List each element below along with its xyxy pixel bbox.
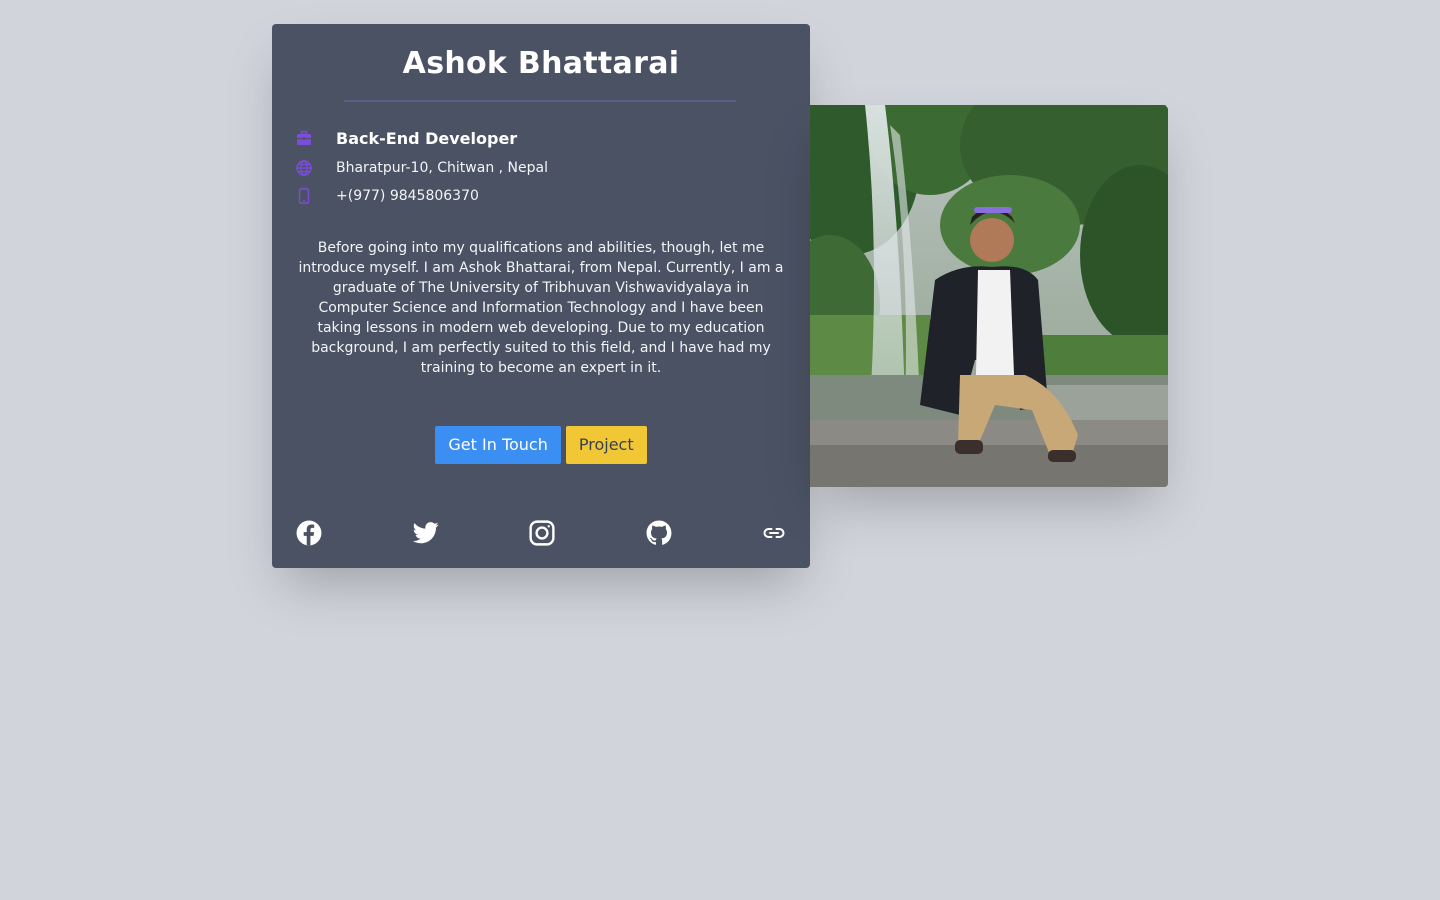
role-text: Back-End Developer [336, 128, 518, 148]
social-links [296, 519, 786, 547]
get-in-touch-button[interactable]: Get In Touch [435, 426, 561, 464]
instagram-icon[interactable] [529, 520, 555, 546]
globe-icon [296, 160, 312, 176]
twitter-icon[interactable] [412, 522, 439, 544]
profile-card: Ashok Bhattarai Back-End Developer Bhara… [272, 24, 810, 568]
mobile-phone-icon [296, 188, 312, 204]
profile-photo [810, 105, 1168, 487]
github-icon[interactable] [646, 520, 672, 546]
briefcase-icon [296, 130, 312, 146]
link-icon[interactable] [762, 526, 786, 540]
phone-row: +(977) 9845806370 [296, 186, 479, 206]
profile-name: Ashok Bhattarai [402, 46, 680, 81]
location-row: Bharatpur-10, Chitwan , Nepal [296, 158, 548, 178]
title-divider [344, 100, 736, 102]
facebook-icon[interactable] [296, 520, 322, 546]
project-button[interactable]: Project [565, 426, 647, 464]
bio-text: Before going into my qualifications and … [298, 240, 784, 376]
phone-text: +(977) 9845806370 [336, 188, 479, 204]
action-buttons: Get In Touch Project [272, 426, 810, 464]
role-row: Back-End Developer [296, 128, 517, 148]
location-text: Bharatpur-10, Chitwan , Nepal [336, 160, 548, 176]
